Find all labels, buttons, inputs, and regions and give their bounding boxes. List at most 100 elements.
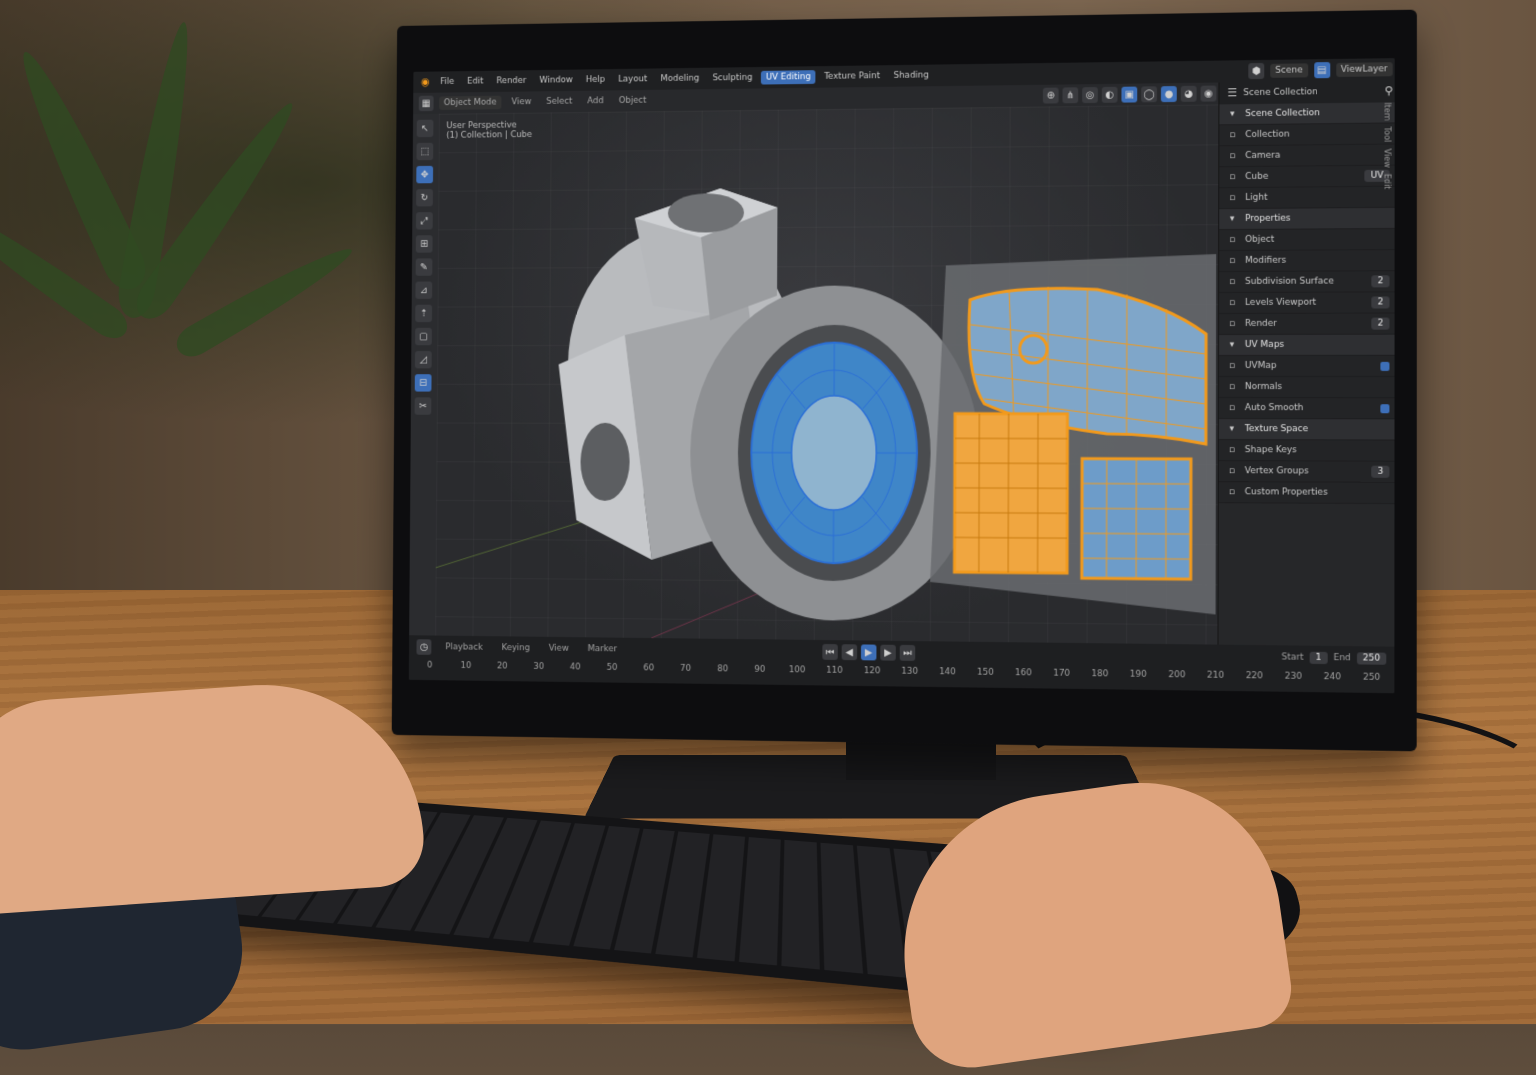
bevel-tool-icon[interactable]: ◿ [415, 351, 432, 368]
annotate-tool-icon[interactable]: ✎ [416, 258, 433, 275]
outliner-icon[interactable]: ☰ [1225, 86, 1239, 100]
panel-row[interactable]: ▫Render2 [1219, 313, 1395, 334]
solid-shading-icon[interactable]: ● [1161, 86, 1177, 102]
menu-help[interactable]: Help [581, 73, 610, 87]
3d-viewport[interactable]: User Perspective (1) Collection | Cube [435, 104, 1218, 644]
sidebar-tab-view[interactable]: View [1382, 148, 1391, 167]
transform-tool-icon[interactable]: ⊞ [416, 235, 433, 252]
property-icon: ▫ [1225, 128, 1239, 142]
panel-row[interactable]: ▫UVMap [1219, 356, 1395, 377]
playback-menu[interactable]: Playback [441, 640, 488, 654]
knife-tool-icon[interactable]: ✂ [415, 397, 432, 414]
frame-tick-label: 20 [489, 661, 516, 671]
panel-row[interactable]: ▫Auto Smooth [1219, 398, 1395, 419]
jump-start-icon[interactable]: ⏮ [822, 644, 837, 660]
material-shading-icon[interactable]: ◕ [1181, 86, 1197, 102]
select-box-tool-icon[interactable]: ⬚ [416, 143, 433, 160]
cursor-tool-icon[interactable]: ↖ [417, 120, 434, 138]
tab-shading[interactable]: Shading [889, 69, 934, 83]
tab-layout[interactable]: Layout [614, 72, 652, 86]
menu-window[interactable]: Window [535, 73, 578, 87]
tab-uv-editing[interactable]: UV Editing [761, 70, 816, 84]
loop-cut-tool-icon[interactable]: ⊟ [415, 374, 432, 391]
global-icon[interactable]: ⊕ [1043, 88, 1059, 104]
panel-section-header[interactable]: ▾UV Maps [1219, 335, 1395, 356]
tab-sculpting[interactable]: Sculpting [708, 71, 758, 85]
panel-row[interactable]: ▫Object [1219, 229, 1395, 251]
mode-selector[interactable]: Object Mode [439, 96, 501, 110]
menu-add[interactable]: Add [583, 94, 609, 108]
view-layer-selector[interactable]: ViewLayer [1336, 62, 1393, 77]
panel-section-header[interactable]: ▾Properties [1219, 208, 1394, 230]
xray-icon[interactable]: ▣ [1121, 87, 1137, 103]
sidebar-tabs: Item Tool View Edit [1378, 102, 1394, 404]
menu-select[interactable]: Select [542, 95, 577, 109]
property-icon: ▫ [1225, 317, 1239, 331]
jump-end-icon[interactable]: ⏭ [900, 645, 916, 661]
panel-row-label: Render [1245, 319, 1277, 329]
frame-tick-label: 110 [821, 666, 849, 676]
start-frame-label: Start [1281, 652, 1303, 662]
property-icon: ▫ [1225, 380, 1239, 394]
rendered-shading-icon[interactable]: ◉ [1201, 86, 1217, 102]
scene-selector[interactable]: Scene [1270, 63, 1307, 77]
panel-row[interactable]: ▫Camera [1219, 144, 1394, 167]
menu-edit[interactable]: Edit [462, 75, 488, 89]
sidebar-tab-item[interactable]: Item [1382, 102, 1391, 120]
panel-row-checkbox[interactable] [1380, 404, 1389, 413]
snap-icon[interactable]: ⋔ [1062, 87, 1078, 103]
filter-icon[interactable]: ⚲ [1382, 84, 1395, 98]
panel-section-header[interactable]: ▾Scene Collection [1219, 102, 1394, 125]
start-frame-field[interactable]: 1 [1310, 652, 1328, 664]
blender-logo-icon[interactable]: ◉ [419, 75, 432, 89]
measure-tool-icon[interactable]: ⊿ [415, 282, 432, 299]
play-icon[interactable]: ▶ [861, 644, 877, 660]
panel-row[interactable]: ▫Subdivision Surface2 [1219, 271, 1395, 293]
menu-file[interactable]: File [436, 75, 459, 89]
frame-tick-label: 180 [1086, 669, 1115, 679]
panel-row[interactable]: ▫ Normals [1219, 377, 1395, 398]
panel-row[interactable]: ▫Modifiers [1219, 250, 1395, 272]
timeline-view-menu[interactable]: View [544, 642, 574, 656]
tab-texture-paint[interactable]: Texture Paint [819, 69, 885, 84]
monitor-screen: ◉ File Edit Render Window Help Layout Mo… [409, 58, 1395, 693]
inset-tool-icon[interactable]: ▢ [415, 328, 432, 345]
timeline-editor-icon[interactable]: ◷ [416, 639, 431, 655]
editor-type-icon[interactable]: ▦ [419, 96, 434, 112]
menu-render[interactable]: Render [492, 74, 531, 88]
panel-row-label: UV Maps [1245, 340, 1284, 350]
panel-row[interactable]: ▫Collection [1219, 123, 1394, 146]
scene-icon[interactable]: ⬢ [1248, 63, 1264, 79]
panel-row-label: Normals [1245, 382, 1282, 392]
move-tool-icon[interactable]: ✥ [416, 166, 433, 183]
monitor: ◉ File Edit Render Window Help Layout Mo… [392, 10, 1417, 752]
panel-row-label: Custom Properties [1245, 487, 1328, 497]
menu-object[interactable]: Object [614, 94, 651, 108]
view-layer-icon[interactable]: ▤ [1314, 62, 1330, 78]
overlay-icon[interactable]: ◐ [1102, 87, 1118, 103]
end-frame-field[interactable]: 250 [1357, 652, 1387, 664]
scale-tool-icon[interactable]: ⤢ [416, 212, 433, 229]
panel-section-header[interactable]: ▾Texture Space [1219, 419, 1395, 440]
panel-row[interactable]: ▫CubeUV [1219, 166, 1394, 189]
frame-tick-label: 100 [783, 665, 811, 675]
panel-row[interactable]: ▫Levels Viewport2 [1219, 292, 1395, 314]
rotate-tool-icon[interactable]: ↻ [416, 189, 433, 206]
sidebar-tab-tool[interactable]: Tool [1382, 127, 1391, 143]
extrude-tool-icon[interactable]: ⇡ [415, 305, 432, 322]
menu-view[interactable]: View [507, 95, 536, 109]
panel-row-value[interactable]: 3 [1372, 466, 1390, 478]
panel-row[interactable]: ▫Light [1219, 187, 1394, 209]
next-keyframe-icon[interactable]: ▶ [880, 645, 896, 661]
prev-keyframe-icon[interactable]: ◀ [841, 644, 857, 660]
keying-menu[interactable]: Keying [497, 641, 535, 655]
sidebar-tab-edit[interactable]: Edit [1382, 173, 1391, 189]
tab-modeling[interactable]: Modeling [656, 72, 704, 86]
marker-menu[interactable]: Marker [583, 642, 622, 656]
proportional-icon[interactable]: ◎ [1082, 87, 1098, 103]
wireframe-shading-icon[interactable]: ◯ [1141, 86, 1157, 102]
panel-row[interactable]: ▫Shape Keys [1219, 440, 1395, 462]
panel-row[interactable]: ▫ Custom Properties [1219, 482, 1395, 504]
panel-row[interactable]: ▫Vertex Groups3 [1219, 461, 1395, 483]
property-icon: ▫ [1225, 485, 1239, 499]
